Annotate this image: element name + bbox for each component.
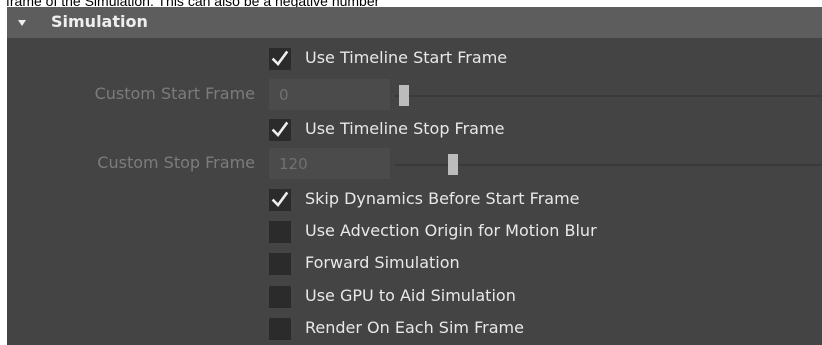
custom-stop-frame-slider-handle[interactable] [448,154,458,175]
use-timeline-stop-label: Use Timeline Stop Frame [305,119,505,138]
gpu-aid-checkbox[interactable] [269,286,291,308]
use-timeline-start-row: Use Timeline Start Frame [7,42,822,74]
custom-stop-frame-value: 120 [279,155,308,173]
skip-dynamics-row: Skip Dynamics Before Start Frame [7,183,822,215]
render-each-row: Render On Each Sim Frame [7,312,822,344]
forward-simulation-row: Forward Simulation [7,247,822,279]
checkmark-icon [271,121,289,137]
section-title: Simulation [51,12,148,31]
render-each-checkbox[interactable] [269,318,291,340]
advection-origin-label: Use Advection Origin for Motion Blur [305,221,597,240]
custom-start-frame-slider-track[interactable] [395,95,822,97]
skip-dynamics-checkbox[interactable] [269,189,291,211]
use-timeline-stop-row: Use Timeline Stop Frame [7,113,822,145]
advection-origin-row: Use Advection Origin for Motion Blur [7,215,822,247]
checkmark-icon [271,50,289,66]
gpu-aid-row: Use GPU to Aid Simulation [7,280,822,312]
use-timeline-start-checkbox[interactable] [269,48,291,70]
use-timeline-start-label: Use Timeline Start Frame [305,48,508,67]
forward-simulation-label: Forward Simulation [305,253,460,272]
checkmark-icon [271,191,289,207]
advection-origin-checkbox[interactable] [269,221,291,243]
simulation-section-header[interactable]: Simulation [7,7,822,38]
custom-start-frame-slider-handle[interactable] [399,85,409,106]
gpu-aid-label: Use GPU to Aid Simulation [305,286,516,305]
custom-start-frame-label: Custom Start Frame [94,84,255,103]
custom-stop-frame-slider-track[interactable] [395,164,822,166]
attribute-editor-panel: Simulation Use Timeline Start Frame Cust… [7,7,822,345]
expand-arrow-icon[interactable] [18,20,26,26]
render-each-label: Render On Each Sim Frame [305,318,524,337]
custom-start-frame-field[interactable]: 0 [269,79,390,110]
use-timeline-stop-checkbox[interactable] [269,119,291,141]
custom-start-frame-row: Custom Start Frame 0 [7,77,822,110]
skip-dynamics-label: Skip Dynamics Before Start Frame [305,189,580,208]
custom-stop-frame-field[interactable]: 120 [269,148,390,179]
custom-start-frame-value: 0 [279,86,289,104]
custom-stop-frame-row: Custom Stop Frame 120 [7,146,822,179]
forward-simulation-checkbox[interactable] [269,253,291,275]
custom-stop-frame-label: Custom Stop Frame [97,153,255,172]
